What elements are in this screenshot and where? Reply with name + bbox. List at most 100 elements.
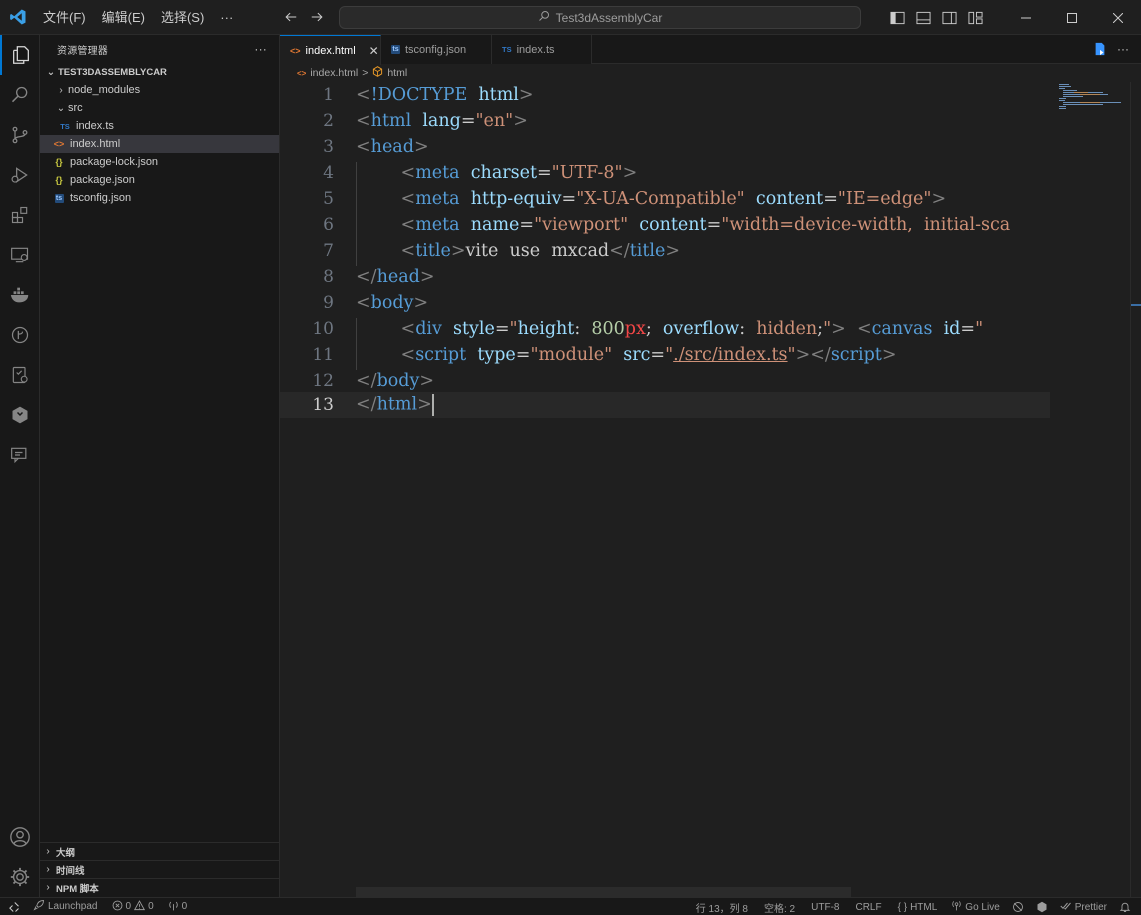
account-icon[interactable] [0,817,40,857]
html-file-icon: <> [53,139,65,149]
explorer-more-button[interactable]: ··· [254,42,267,56]
code-line: 8 </head> [280,264,1050,290]
rocket-icon [33,899,45,914]
back-arrow-icon[interactable] [283,9,299,25]
prettier-item[interactable]: Prettier [1054,898,1113,915]
activity-bar [0,35,40,897]
text-cursor [431,394,434,416]
explorer-title: 资源管理器 [57,45,108,57]
antenna-icon [168,900,179,914]
extensions-icon[interactable] [0,195,40,235]
code-line: 10 <div style="height: 800px; overflow: … [280,316,1050,342]
tab-label: index.html [305,44,356,57]
toggle-secondary-sidebar-icon[interactable] [941,10,957,26]
toggle-panel-icon[interactable] [915,10,931,26]
tree-item-index-ts[interactable]: TS index.ts [40,117,279,135]
warning-icon [133,899,146,914]
launchpad-item[interactable]: Launchpad [28,898,103,915]
chat-icon[interactable] [0,435,40,475]
tsconfig-file-icon: ts [391,45,400,54]
encoding[interactable]: UTF-8 [803,898,847,915]
menu-more[interactable]: ··· [212,0,241,35]
remote-explorer-icon[interactable] [0,235,40,275]
minimize-button[interactable] [1003,0,1049,35]
menu-file[interactable]: 文件(F) [35,0,94,35]
maximize-button[interactable] [1049,0,1095,35]
npm-scripts-panel-header[interactable]: › NPM 脚本 [40,878,279,896]
tree-item-src[interactable]: ⌄ src [40,99,279,117]
customize-layout-icon[interactable] [967,10,983,26]
line-number: 3 [323,137,334,157]
chevron-right-icon: › [46,882,50,893]
tab-tsconfig-json[interactable]: ts tsconfig.json [381,35,492,64]
status-bar: Launchpad 0 0 0 行 13，列 8 空格: 2 UTF-8 CRL… [0,897,1141,915]
tree-item-tsconfig-json[interactable]: ts tsconfig.json [40,189,279,207]
go-live-item[interactable]: Go Live [945,898,1005,915]
chevron-right-icon: › [59,84,63,96]
tab-index-ts[interactable]: TS index.ts [492,35,592,64]
git-graph-icon[interactable] [0,315,40,355]
no-sync-icon[interactable] [1006,898,1030,915]
workspace-root[interactable]: ⌄ TEST3DASSEMBLYCAR [40,63,279,81]
minimap[interactable] [1050,82,1130,897]
toggle-primary-sidebar-icon[interactable] [889,10,905,26]
line-number: 6 [323,215,334,235]
timeline-panel-header[interactable]: › 时间线 [40,860,279,878]
more-actions-icon[interactable]: ··· [1117,42,1129,59]
code-editor[interactable]: 1 <!DOCTYPE html> 2 <html lang="en"> 3 <hea… [280,82,1050,897]
tree-item-package-lock-json[interactable]: {} package-lock.json [40,153,279,171]
code-line: 3 <head> [280,134,1050,160]
cube-extension-icon[interactable] [0,395,40,435]
chevron-right-icon: › [46,846,50,857]
tree-item-index-html[interactable]: <> index.html [40,135,279,153]
run-debug-icon[interactable] [0,155,40,195]
tree-item-label: index.html [70,138,121,150]
menu-edit[interactable]: 编辑(E) [94,0,153,35]
breadcrumb-element[interactable]: html [387,67,407,79]
testing-icon[interactable] [0,355,40,395]
language-label: HTML [910,901,938,913]
line-number: 13 [312,395,334,415]
menu-selection[interactable]: 选择(S) [153,0,212,35]
settings-gear-icon[interactable] [0,857,40,897]
ports-item[interactable]: 0 [163,898,193,915]
code-line-current: 13 </html> [280,392,1050,418]
line-number: 7 [323,241,334,261]
problems-item[interactable]: 0 0 [107,898,159,915]
editor-tabs: <> index.html ✕ ts tsconfig.json TS inde… [280,35,1141,65]
docker-icon[interactable] [0,275,40,315]
code-line: 12 </body> [280,368,1050,394]
open-preview-icon[interactable] [1093,42,1107,59]
cursor-position[interactable]: 行 13，列 8 [688,898,756,915]
code-line: 7 <title>vite use mxcad</title> [280,238,1050,264]
tree-item-package-json[interactable]: {} package.json [40,171,279,189]
explorer-icon[interactable] [0,35,40,75]
line-ending[interactable]: CRLF [847,898,889,915]
tree-item-node-modules[interactable]: › node_modules [40,81,279,99]
language-mode[interactable]: { } HTML [890,898,946,915]
close-tab-icon[interactable]: ✕ [369,44,379,58]
tab-label: index.ts [516,43,555,56]
typescript-file-icon: TS [60,121,70,131]
title-bar: 文件(F) 编辑(E) 选择(S) ··· Test3dAssemblyCar [0,0,1141,35]
source-control-icon[interactable] [0,115,40,155]
extension-status-icon[interactable] [1030,898,1054,915]
outline-panel-header[interactable]: › 大纲 [40,842,279,860]
breadcrumb: <> index.html > html [280,64,407,82]
vertical-scrollbar[interactable] [1130,82,1141,897]
json-file-icon: {} [55,175,63,185]
chevron-down-icon: ⌄ [56,102,66,114]
notifications-bell-icon[interactable] [1113,898,1141,915]
search-view-icon[interactable] [0,75,40,115]
remote-indicator-icon[interactable] [0,898,28,915]
breadcrumb-file[interactable]: index.html [310,67,358,79]
minimap-preview [1059,84,1121,109]
tab-label: tsconfig.json [405,43,467,56]
command-center-search[interactable]: Test3dAssemblyCar [339,6,861,29]
indentation[interactable]: 空格: 2 [756,898,803,915]
close-window-button[interactable] [1095,0,1141,35]
forward-arrow-icon[interactable] [309,9,325,25]
tab-index-html[interactable]: <> index.html ✕ [280,35,381,65]
go-live-label: Go Live [965,901,1000,913]
horizontal-scrollbar[interactable] [356,887,851,897]
